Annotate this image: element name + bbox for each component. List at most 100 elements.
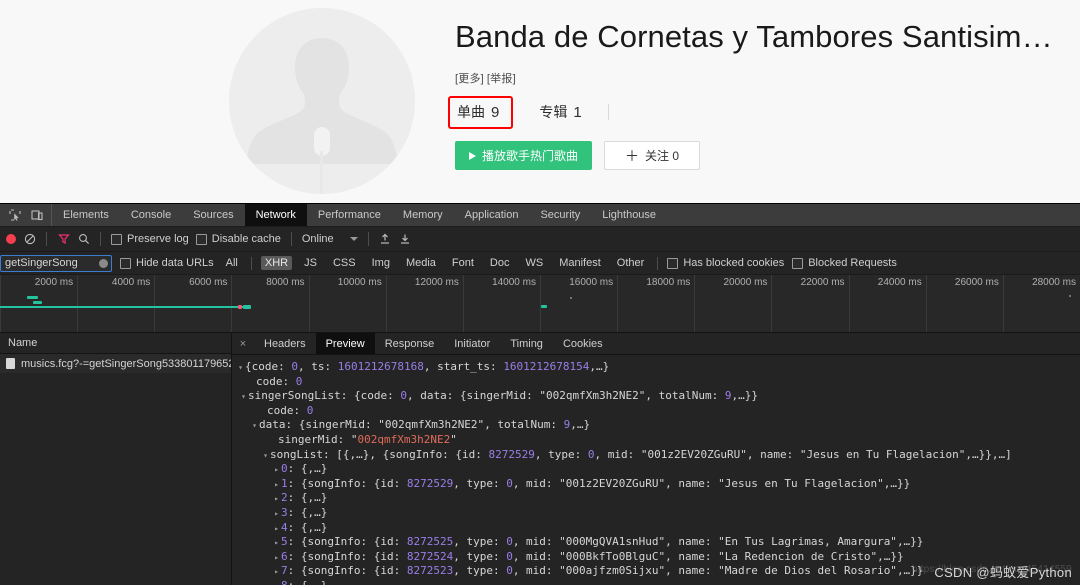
filter-icon[interactable] <box>57 233 70 246</box>
chevron-right-icon[interactable] <box>272 507 281 522</box>
import-har-icon[interactable] <box>379 233 392 246</box>
json-line[interactable]: 5: {songInfo: {id: 8272525, type: 0, mid… <box>236 535 1080 550</box>
json-token: ,…}},…] <box>965 447 1012 461</box>
json-line[interactable]: 2: {,…} <box>236 491 1080 506</box>
tab-console[interactable]: Console <box>120 204 182 226</box>
export-har-icon[interactable] <box>399 233 412 246</box>
close-icon[interactable]: × <box>232 333 254 354</box>
chevron-right-icon[interactable] <box>272 492 281 507</box>
filter-input[interactable]: getSingerSong <box>0 254 112 272</box>
json-line[interactable]: code: 0 <box>236 404 1080 419</box>
report-link[interactable]: [举报] <box>487 73 516 85</box>
toggle-device-toolbar-icon[interactable] <box>30 209 43 222</box>
json-token: "Jesus en Tu Flagelacion" <box>799 447 966 461</box>
json-token: : {,…} <box>287 505 328 519</box>
json-line[interactable]: 3: {,…} <box>236 506 1080 521</box>
json-token: 0 <box>506 564 513 578</box>
filter-type-manifest[interactable]: Manifest <box>555 256 605 270</box>
json-token: 8272524 <box>406 549 454 563</box>
json-line[interactable]: 8: {,…} <box>236 579 1080 585</box>
json-token: 1 <box>281 476 288 490</box>
tab-performance[interactable]: Performance <box>307 204 392 226</box>
network-overview-timeline[interactable]: 2000 ms 4000 ms 6000 ms 8000 ms 10000 ms 1200… <box>0 275 1080 333</box>
timeline-tick: 8000 ms <box>231 275 308 332</box>
blocked-requests-checkbox[interactable]: Blocked Requests <box>792 257 897 269</box>
tab-application[interactable]: Application <box>454 204 530 226</box>
tab-network[interactable]: Network <box>244 204 307 226</box>
json-line[interactable]: 0: {,…} <box>236 462 1080 477</box>
json-line[interactable]: 4: {,…} <box>236 521 1080 536</box>
json-line[interactable]: singerMid: "002qmfXm3h2NE2" <box>236 433 1080 448</box>
json-line[interactable]: 1: {songInfo: {id: 8272529, type: 0, mid… <box>236 477 1080 492</box>
tab-initiator[interactable]: Initiator <box>444 333 500 354</box>
timeline-tick-label: 6000 ms <box>189 277 228 288</box>
toolbar-divider-4 <box>367 232 369 246</box>
tab-elements[interactable]: Elements <box>52 204 120 226</box>
tab-cookies[interactable]: Cookies <box>553 333 613 354</box>
chevron-right-icon[interactable] <box>272 551 281 566</box>
plus-icon: ＋ <box>625 147 640 164</box>
search-icon[interactable] <box>77 233 90 246</box>
tab-songs-count: 9 <box>491 103 500 121</box>
more-link[interactable]: [更多] <box>455 73 484 85</box>
json-line[interactable]: code: 0 <box>236 375 1080 390</box>
json-line[interactable]: data: {singerMid: "002qmfXm3h2NE2", tota… <box>236 418 1080 433</box>
clear-icon[interactable] <box>23 233 36 246</box>
json-line[interactable]: singerSongList: {code: 0, data: {singerM… <box>236 389 1080 404</box>
disable-cache-checkbox[interactable]: Disable cache <box>195 233 281 245</box>
tab-songs[interactable]: 单曲 9 <box>448 95 514 129</box>
has-blocked-cookies-checkbox[interactable]: Has blocked cookies <box>667 257 784 269</box>
record-button[interactable] <box>6 234 16 244</box>
filter-type-js[interactable]: JS <box>300 256 321 270</box>
chevron-right-icon[interactable] <box>272 522 281 537</box>
json-line[interactable]: {code: 0, ts: 1601212678168, start_ts: 1… <box>236 360 1080 375</box>
json-token: "Jesus en Tu Flagelacion" <box>718 476 884 490</box>
chevron-down-icon[interactable] <box>250 419 259 434</box>
json-token: "000BkfTo0BlguC" <box>559 549 666 563</box>
tab-timing[interactable]: Timing <box>500 333 553 354</box>
chevron-right-icon[interactable] <box>272 580 281 585</box>
follow-button[interactable]: ＋ 关注 0 <box>604 141 701 170</box>
toolbar-divider-3 <box>290 232 292 246</box>
filter-type-doc[interactable]: Doc <box>486 256 514 270</box>
json-line-content: songList: [{,…}, {songInfo: {id: 8272529… <box>270 448 1012 461</box>
tab-preview[interactable]: Preview <box>315 333 375 354</box>
json-preview-tree[interactable]: {code: 0, ts: 1601212678168, start_ts: 1… <box>232 355 1080 585</box>
throttling-select[interactable]: Online <box>302 233 358 245</box>
json-line[interactable]: 6: {songInfo: {id: 8272524, type: 0, mid… <box>236 550 1080 565</box>
hide-data-urls-checkbox[interactable]: Hide data URLs <box>120 257 214 269</box>
filter-type-ws[interactable]: WS <box>521 256 547 270</box>
filter-type-all[interactable]: All <box>222 256 242 270</box>
clear-filter-icon[interactable] <box>99 258 108 268</box>
tab-security[interactable]: Security <box>529 204 591 226</box>
filter-type-font[interactable]: Font <box>448 256 478 270</box>
chevron-right-icon[interactable] <box>272 463 281 478</box>
chevron-right-icon[interactable] <box>272 565 281 580</box>
json-token: "000ajfzm0Sijxu" <box>559 564 666 578</box>
chevron-right-icon[interactable] <box>272 478 281 493</box>
tab-memory[interactable]: Memory <box>392 204 454 226</box>
chevron-down-icon[interactable] <box>261 449 270 464</box>
json-line[interactable]: 7: {songInfo: {id: 8272523, type: 0, mid… <box>236 564 1080 579</box>
json-line-content: data: {singerMid: "002qmfXm3h2NE2", tota… <box>259 418 590 431</box>
table-row[interactable]: musics.fcg?-=getSingerSong53380117965201… <box>0 354 231 373</box>
tab-sources[interactable]: Sources <box>182 204 244 226</box>
chevron-right-icon[interactable] <box>272 536 281 551</box>
tab-albums[interactable]: 专辑 1 <box>539 102 581 122</box>
play-hot-songs-button[interactable]: 播放歌手热门歌曲 <box>455 141 593 170</box>
chevron-down-icon[interactable] <box>236 361 245 376</box>
filter-type-xhr[interactable]: XHR <box>260 256 293 270</box>
timeline-request-bar <box>0 306 245 308</box>
tab-lighthouse[interactable]: Lighthouse <box>591 204 667 226</box>
filter-type-img[interactable]: Img <box>368 256 394 270</box>
json-line[interactable]: songList: [{,…}, {songInfo: {id: 8272529… <box>236 448 1080 463</box>
filter-type-css[interactable]: CSS <box>329 256 360 270</box>
chevron-down-icon[interactable] <box>239 390 248 405</box>
tab-response[interactable]: Response <box>375 333 445 354</box>
json-token: : {songInfo: {id: <box>287 476 407 490</box>
filter-type-other[interactable]: Other <box>613 256 649 270</box>
inspect-element-icon[interactable] <box>8 209 21 222</box>
preserve-log-checkbox[interactable]: Preserve log <box>111 233 189 245</box>
filter-type-media[interactable]: Media <box>402 256 440 270</box>
tab-headers[interactable]: Headers <box>254 333 316 354</box>
